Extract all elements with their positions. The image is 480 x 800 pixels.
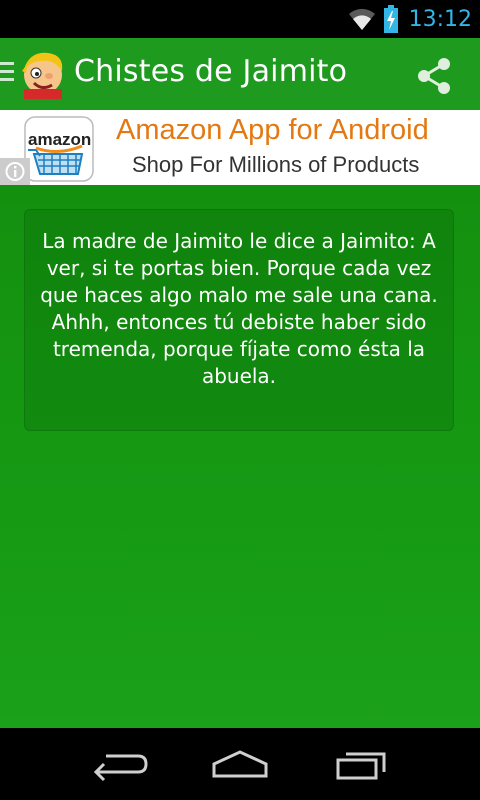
content-area: La madre de Jaimito le dice a Jaimito: A… xyxy=(0,185,480,728)
app-title: Chistes de Jaimito xyxy=(74,54,348,89)
ad-brand: amazon xyxy=(28,130,92,149)
drawer-menu-icon[interactable] xyxy=(0,62,16,86)
app-logo[interactable] xyxy=(18,49,68,99)
amazon-app-logo[interactable]: amazon xyxy=(24,116,94,182)
action-bar: Chistes de Jaimito xyxy=(0,38,480,110)
battery-charging-icon xyxy=(383,5,398,33)
navigation-bar xyxy=(0,728,480,800)
joke-card[interactable]: La madre de Jaimito le dice a Jaimito: A… xyxy=(24,209,454,431)
status-icons: 13:12 xyxy=(347,4,472,34)
joke-text: La madre de Jaimito le dice a Jaimito: A… xyxy=(40,229,438,388)
info-icon xyxy=(5,162,25,181)
recents-icon[interactable] xyxy=(332,746,392,782)
ad-subtitle[interactable]: Shop For Millions of Products xyxy=(132,152,419,178)
share-icon[interactable] xyxy=(414,56,454,96)
clock: 13:12 xyxy=(408,6,472,32)
status-bar: 13:12 xyxy=(0,0,480,38)
back-icon[interactable] xyxy=(90,746,150,782)
ad-title[interactable]: Amazon App for Android xyxy=(116,114,429,147)
home-icon[interactable] xyxy=(210,746,270,782)
wifi-icon xyxy=(348,8,375,30)
ad-info-button[interactable] xyxy=(0,158,30,185)
ad-banner[interactable]: amazon Amazon App for Android Shop For M… xyxy=(0,110,480,185)
